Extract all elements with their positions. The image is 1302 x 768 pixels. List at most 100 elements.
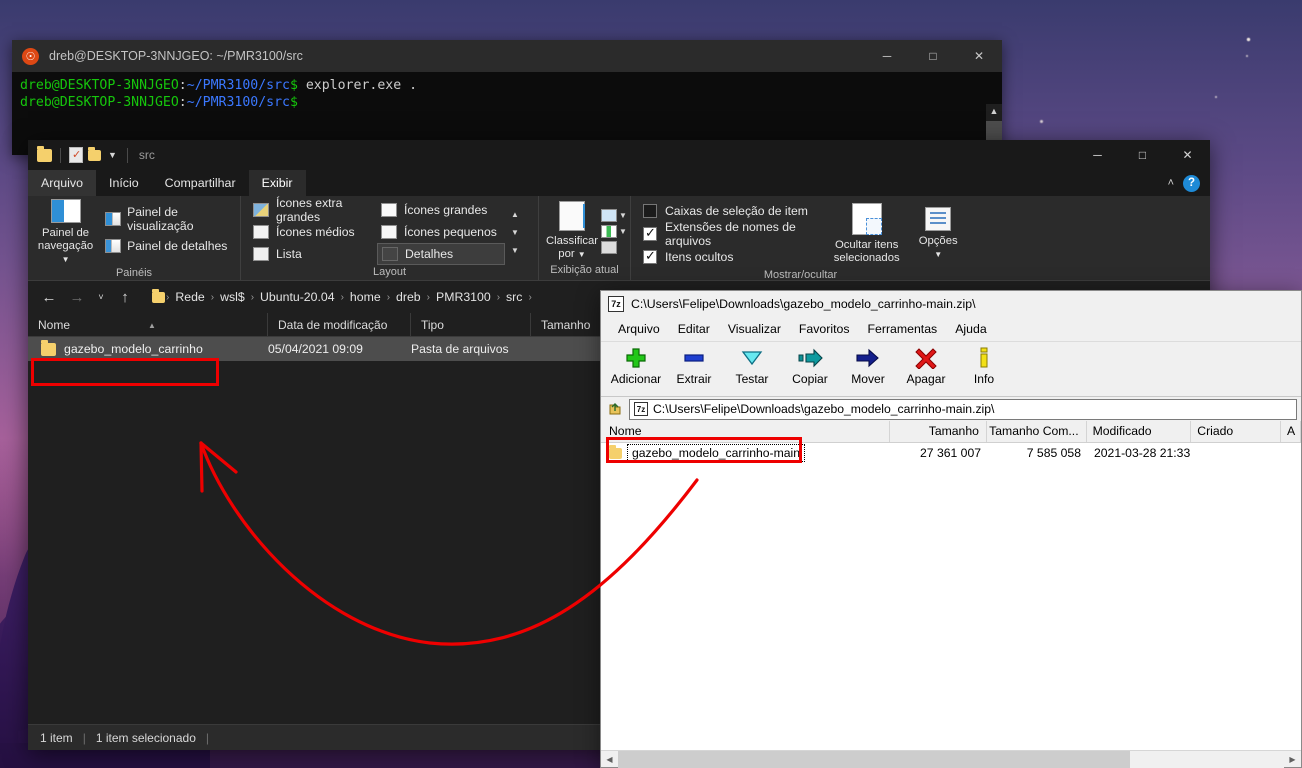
breadcrumb-rede[interactable]: Rede [170,290,209,304]
zcol-tamanho-comp[interactable]: Tamanho Com... [987,421,1087,442]
explorer-window-controls[interactable]: ─ □ ✕ [1075,140,1210,170]
breadcrumb[interactable]: › Rede › wsl$ › Ubuntu-20.04 › home › dr… [146,288,533,304]
size-all-columns-button[interactable] [601,240,627,254]
delete-button[interactable]: Apagar [897,342,955,386]
checkbox-file-extensions[interactable]: Extensões de nomes de arquivos [643,220,815,248]
info-button[interactable]: Info [955,342,1013,386]
folder-icon[interactable] [37,145,52,162]
recent-locations-button[interactable]: ˅ [92,284,110,310]
breadcrumb-pmr3100[interactable]: PMR3100 [431,290,496,304]
checkbox-icon[interactable] [643,248,657,264]
help-icon[interactable]: ? [1183,174,1200,192]
up-one-level-icon[interactable] [605,399,625,419]
menu-favoritos[interactable]: Favoritos [790,319,859,339]
current-view-small-buttons[interactable]: ▼ ▼ [601,208,627,254]
collapse-ribbon-icon[interactable]: ˄ [1168,177,1174,189]
layout-details[interactable]: Detalhes [377,243,505,265]
forward-button[interactable]: → [64,284,90,310]
add-button[interactable]: Adicionar [607,342,665,386]
chevron-down-icon[interactable]: ▼ [934,248,942,261]
terminal-minimize-button[interactable]: ─ [864,40,910,72]
table-row[interactable]: gazebo_modelo_carrinho-main 27 361 007 7… [601,443,1301,463]
layout-scroll-up-icon[interactable]: ▲ [511,210,519,219]
scrollbar-trough[interactable] [618,750,1284,768]
zcol-atributos[interactable]: A [1281,421,1301,442]
chevron-down-icon[interactable]: ▼ [619,227,627,236]
hide-selected-items-button[interactable]: Ocultar itens selecionados [831,202,902,265]
menu-editar[interactable]: Editar [669,319,719,339]
new-folder-icon[interactable] [88,146,101,161]
sort-by-button[interactable]: Classificar por ▼ [546,201,598,261]
scrollbar-thumb[interactable] [618,750,1130,768]
explorer-minimize-button[interactable]: ─ [1075,140,1120,170]
zcol-tamanho[interactable]: Tamanho [890,421,987,442]
breadcrumb-home[interactable]: home [345,290,386,304]
layout-expand-icon[interactable]: ▼ [511,246,519,255]
layout-large-icons[interactable]: Ícones grandes [377,199,505,221]
nav-pane-button[interactable]: Painel de navegação ▼ [36,199,95,266]
sevenzip-column-headers[interactable]: Nome Tamanho Tamanho Com... Modificado C… [601,421,1301,443]
chevron-down-icon[interactable]: ▼ [108,150,117,160]
options-button[interactable]: Opções ▼ [914,206,962,261]
layout-extra-large-icons[interactable]: Ícones extra grandes [249,196,377,224]
layout-scroll-controls[interactable]: ▲ ▼ ▼ [505,210,519,255]
sevenzip-path-bar[interactable]: 7z C:\Users\Felipe\Downloads\gazebo_mode… [601,397,1301,421]
copy-button[interactable]: Copiar [781,342,839,386]
sevenzip-window[interactable]: 7z C:\Users\Felipe\Downloads\gazebo_mode… [600,290,1302,768]
add-columns-button[interactable]: ▼ [601,208,627,222]
file-name-cell[interactable]: gazebo_modelo_carrinho [28,339,268,356]
breadcrumb-ubuntu[interactable]: Ubuntu-20.04 [255,290,340,304]
z-name-cell[interactable]: gazebo_modelo_carrinho-main [601,444,891,462]
layout-list[interactable]: Lista [249,243,377,265]
zcol-modificado[interactable]: Modificado [1087,421,1192,442]
terminal-close-button[interactable]: ✕ [956,40,1002,72]
column-header-tipo[interactable]: Tipo [411,313,531,336]
ribbon-tabs-right[interactable]: ˄ ? [1168,170,1210,196]
terminal-window-controls[interactable]: ─ □ ✕ [864,40,1002,72]
layout-medium-icons[interactable]: Ícones médios [249,221,377,243]
move-button[interactable]: Mover [839,342,897,386]
ribbon-tabs[interactable]: Arquivo Início Compartilhar Exibir ˄ ? [28,170,1210,196]
zcol-nome[interactable]: Nome [601,421,891,442]
checkbox-hidden-items[interactable]: Itens ocultos [643,245,815,268]
zcol-criado[interactable]: Criado [1191,421,1282,442]
layout-scroll-down-icon[interactable]: ▼ [511,228,519,237]
sevenzip-title-bar[interactable]: 7z C:\Users\Felipe\Downloads\gazebo_mode… [601,291,1301,317]
layout-options-grid[interactable]: Ícones extra grandes Ícones grandes Ícon… [249,196,505,265]
checkbox-icon[interactable] [643,225,657,241]
sevenzip-file-list[interactable]: gazebo_modelo_carrinho-main 27 361 007 7… [601,443,1301,750]
wsl-terminal-window[interactable]: ☉ dreb@DESKTOP-3NNJGEO: ~/PMR3100/src ─ … [12,40,1002,155]
sevenzip-toolbar[interactable]: Adicionar Extrair Testar Copiar Mover Ap… [601,341,1301,397]
scroll-left-icon[interactable]: ◀ [601,755,618,764]
tab-arquivo[interactable]: Arquivo [28,170,97,196]
menu-visualizar[interactable]: Visualizar [719,319,790,339]
up-button[interactable]: ↑ [112,284,138,310]
explorer-close-button[interactable]: ✕ [1165,140,1210,170]
menu-ferramentas[interactable]: Ferramentas [859,319,947,339]
tab-exibir[interactable]: Exibir [248,170,306,196]
sevenzip-horizontal-scrollbar[interactable]: ◀ ▶ [601,750,1301,768]
explorer-maximize-button[interactable]: □ [1120,140,1165,170]
breadcrumb-wsl[interactable]: wsl$ [215,290,250,304]
test-button[interactable]: Testar [723,342,781,386]
column-header-nome[interactable]: Nome ▲ [28,313,268,336]
ribbon[interactable]: Painel de navegação ▼ Painel de visualiz… [28,196,1210,281]
quick-access-toolbar[interactable]: ▼ src ─ □ ✕ [28,140,1210,170]
scroll-right-icon[interactable]: ▶ [1284,755,1301,764]
breadcrumb-src[interactable]: src [501,290,527,304]
tab-compartilhar[interactable]: Compartilhar [152,170,249,196]
terminal-maximize-button[interactable]: □ [910,40,956,72]
path-field[interactable]: 7z C:\Users\Felipe\Downloads\gazebo_mode… [629,398,1297,420]
checkbox-icon[interactable] [643,203,657,218]
scroll-up-icon[interactable]: ▲ [986,104,1002,119]
group-by-button[interactable]: ▼ [601,224,627,238]
layout-small-icons[interactable]: Ícones pequenos [377,221,505,243]
tab-inicio[interactable]: Início [96,170,152,196]
preview-pane-button[interactable]: Painel de visualização [101,205,232,233]
chevron-down-icon[interactable]: ▼ [619,211,627,220]
column-header-data[interactable]: Data de modificação [268,313,411,336]
menu-ajuda[interactable]: Ajuda [946,319,995,339]
terminal-title-bar[interactable]: ☉ dreb@DESKTOP-3NNJGEO: ~/PMR3100/src ─ … [12,40,1002,72]
breadcrumb-dreb[interactable]: dreb [391,290,426,304]
properties-icon[interactable] [69,147,83,163]
